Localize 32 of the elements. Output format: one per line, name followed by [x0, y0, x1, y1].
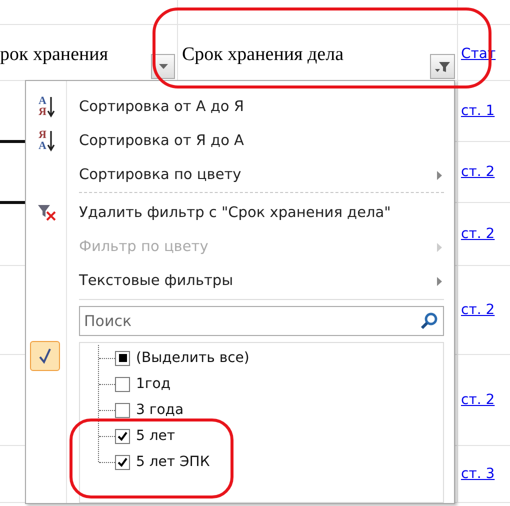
submenu-arrow-icon	[437, 242, 442, 252]
submenu-arrow-icon	[437, 170, 442, 180]
search-icon	[420, 312, 438, 330]
caret-icon	[158, 64, 168, 69]
checkbox[interactable]	[115, 454, 130, 470]
cell-link[interactable]: ст. 2	[461, 226, 495, 242]
filter-icon	[434, 60, 450, 72]
submenu-arrow-icon	[437, 276, 442, 286]
checkbox-label: 5 лет	[136, 428, 176, 444]
checkbox[interactable]	[115, 428, 130, 444]
menu-item[interactable]: Сортировка по цвету	[27, 158, 444, 192]
search-field[interactable]: Поиск	[79, 306, 444, 336]
cell-link[interactable]: ст. 2	[461, 392, 495, 408]
menu-item[interactable]: Текстовые фильтры	[27, 264, 444, 298]
checkbox[interactable]	[115, 376, 130, 392]
cell-link[interactable]: ст. 1	[461, 103, 495, 119]
cell-link[interactable]: ст. 3	[461, 466, 495, 482]
menu-item[interactable]: A Я Сортировка от А до Я	[27, 90, 444, 124]
checkbox[interactable]	[115, 350, 130, 366]
menu-item[interactable]: Удалить фильтр с "Срок хранения дела"	[27, 196, 444, 230]
checkbox-label: 1год	[136, 376, 171, 392]
filter-button[interactable]	[430, 54, 455, 79]
checkbox-label: 5 лет ЭПК	[136, 454, 210, 470]
checkbox-label: 3 года	[136, 402, 184, 418]
column-header: Срок хранения дела	[181, 44, 344, 67]
checkbox-label: (Выделить все)	[136, 350, 250, 366]
column-header: рок хранения	[0, 44, 108, 67]
menu-item[interactable]: Я A Сортировка от Я до А	[27, 124, 444, 158]
cell-link[interactable]: ст. 2	[461, 164, 495, 180]
clear-filter-icon	[37, 204, 57, 222]
cell-link[interactable]: ст. 2	[461, 302, 495, 318]
checkbox[interactable]	[115, 402, 130, 418]
